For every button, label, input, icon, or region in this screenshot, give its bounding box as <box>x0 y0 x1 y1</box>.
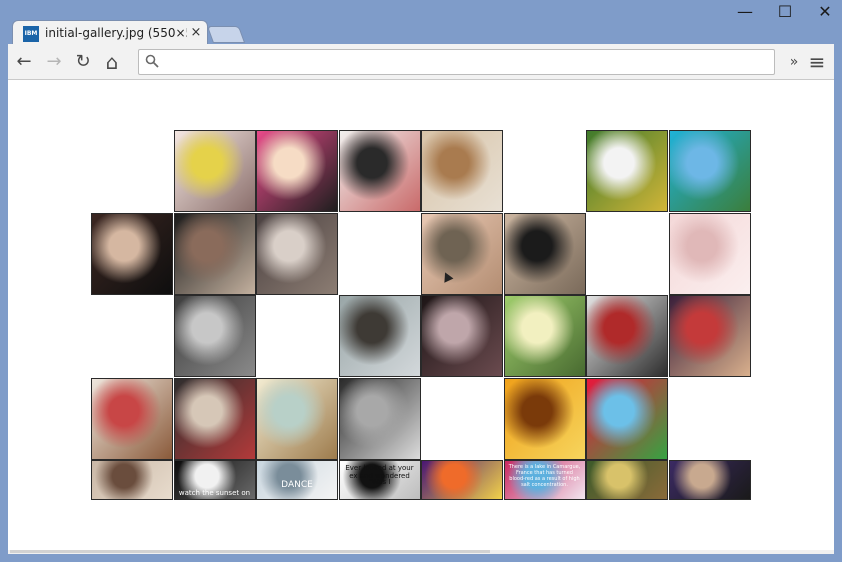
gallery-tile-yellow-heart <box>173 130 256 212</box>
gallery-tile-man-sunglasses <box>503 212 586 295</box>
horizontal-scrollbar[interactable] <box>8 550 834 554</box>
scrollbar-thumb[interactable] <box>10 550 490 553</box>
omnibox[interactable] <box>138 49 775 75</box>
gallery-tile-tropical-pool <box>668 130 751 212</box>
forward-icon[interactable]: → <box>42 50 66 74</box>
home-icon[interactable]: ⌂ <box>100 50 124 74</box>
gallery-tile-handbag <box>421 295 503 377</box>
gallery-image: watch the sunset on DANCE Ever looked at y… <box>91 130 751 502</box>
gallery-tile-sunset-purple <box>421 460 503 500</box>
tab-title: initial-gallery.jpg (550×53 <box>45 26 187 40</box>
close-window-button[interactable]: ✕ <box>810 2 840 22</box>
search-icon <box>145 54 161 70</box>
tile-caption: "Was I <box>368 478 391 486</box>
reload-icon[interactable]: ↻ <box>71 50 95 74</box>
gallery-tile-bridge-road <box>338 295 421 377</box>
gallery-tile-young-man-closeup <box>173 212 256 295</box>
tab-initial-gallery[interactable]: IBM initial-gallery.jpg (550×53 × <box>12 20 208 46</box>
gallery-tile-woman-red-skirt <box>586 295 668 377</box>
gallery-tile-palm-sunset <box>503 377 586 460</box>
gallery-tile-daisy-flower <box>586 130 668 212</box>
gallery-tile-two-kids <box>338 130 421 212</box>
gallery-tile-baby-face <box>421 212 503 295</box>
back-icon[interactable]: ← <box>12 50 36 74</box>
gallery-tile-nail-collage <box>668 212 751 295</box>
tab-strip: IBM initial-gallery.jpg (550×53 × — ☐ ✕ <box>0 0 842 46</box>
gallery-tile-girl-and-dog <box>421 130 503 212</box>
gallery-tile-two-men-portrait <box>91 212 173 295</box>
gallery-tile-beach-food <box>256 377 338 460</box>
gallery-tile-car-palms-bw <box>173 295 256 377</box>
gallery-tile-three-women-pink <box>256 130 338 212</box>
menu-icon[interactable]: ≡ <box>805 50 829 74</box>
address-input[interactable] <box>165 53 769 73</box>
gallery-tile-group-party <box>668 460 751 500</box>
gallery-tile-green-hallway <box>503 295 586 377</box>
gallery-tile-dance-poster: DANCE <box>256 460 338 500</box>
browser-toolbar: ← → ↻ ⌂ » ≡ <box>8 44 834 80</box>
gallery-tile-couple-kiss <box>91 460 173 500</box>
image-viewport: watch the sunset on DANCE Ever looked at y… <box>8 80 834 554</box>
tile-caption: watch the sunset on <box>178 489 251 497</box>
tab-close-icon[interactable]: × <box>189 25 203 41</box>
new-tab-button[interactable] <box>206 26 246 43</box>
extensions-overflow-icon[interactable]: » <box>782 50 806 74</box>
gallery-tile-meme-glasses: Ever looked at your ex and wondered "Was … <box>338 460 421 500</box>
gallery-tile-beach-flowers <box>586 377 668 460</box>
gallery-tile-woman-on-beach-bw <box>256 212 338 295</box>
gallery-tile-watch-sunset-text: watch the sunset on <box>173 460 256 500</box>
gallery-tile-breakfast-plate <box>91 377 173 460</box>
tile-caption: There is a lake in Camargue, France that… <box>508 464 581 488</box>
gallery-tile-crowd-bw <box>338 377 421 460</box>
maximize-button[interactable]: ☐ <box>770 2 800 22</box>
tile-caption: DANCE <box>281 480 313 490</box>
ibm-favicon-icon: IBM <box>23 26 39 42</box>
minimize-button[interactable]: — <box>730 2 760 22</box>
gallery-tile-man-racing-suit <box>173 377 256 460</box>
gallery-tile-boxer-red-shorts <box>668 295 751 377</box>
gallery-tile-pink-lake-text: There is a lake in Camargue, France that… <box>503 460 586 500</box>
gallery-tile-photo-collage <box>586 460 668 500</box>
